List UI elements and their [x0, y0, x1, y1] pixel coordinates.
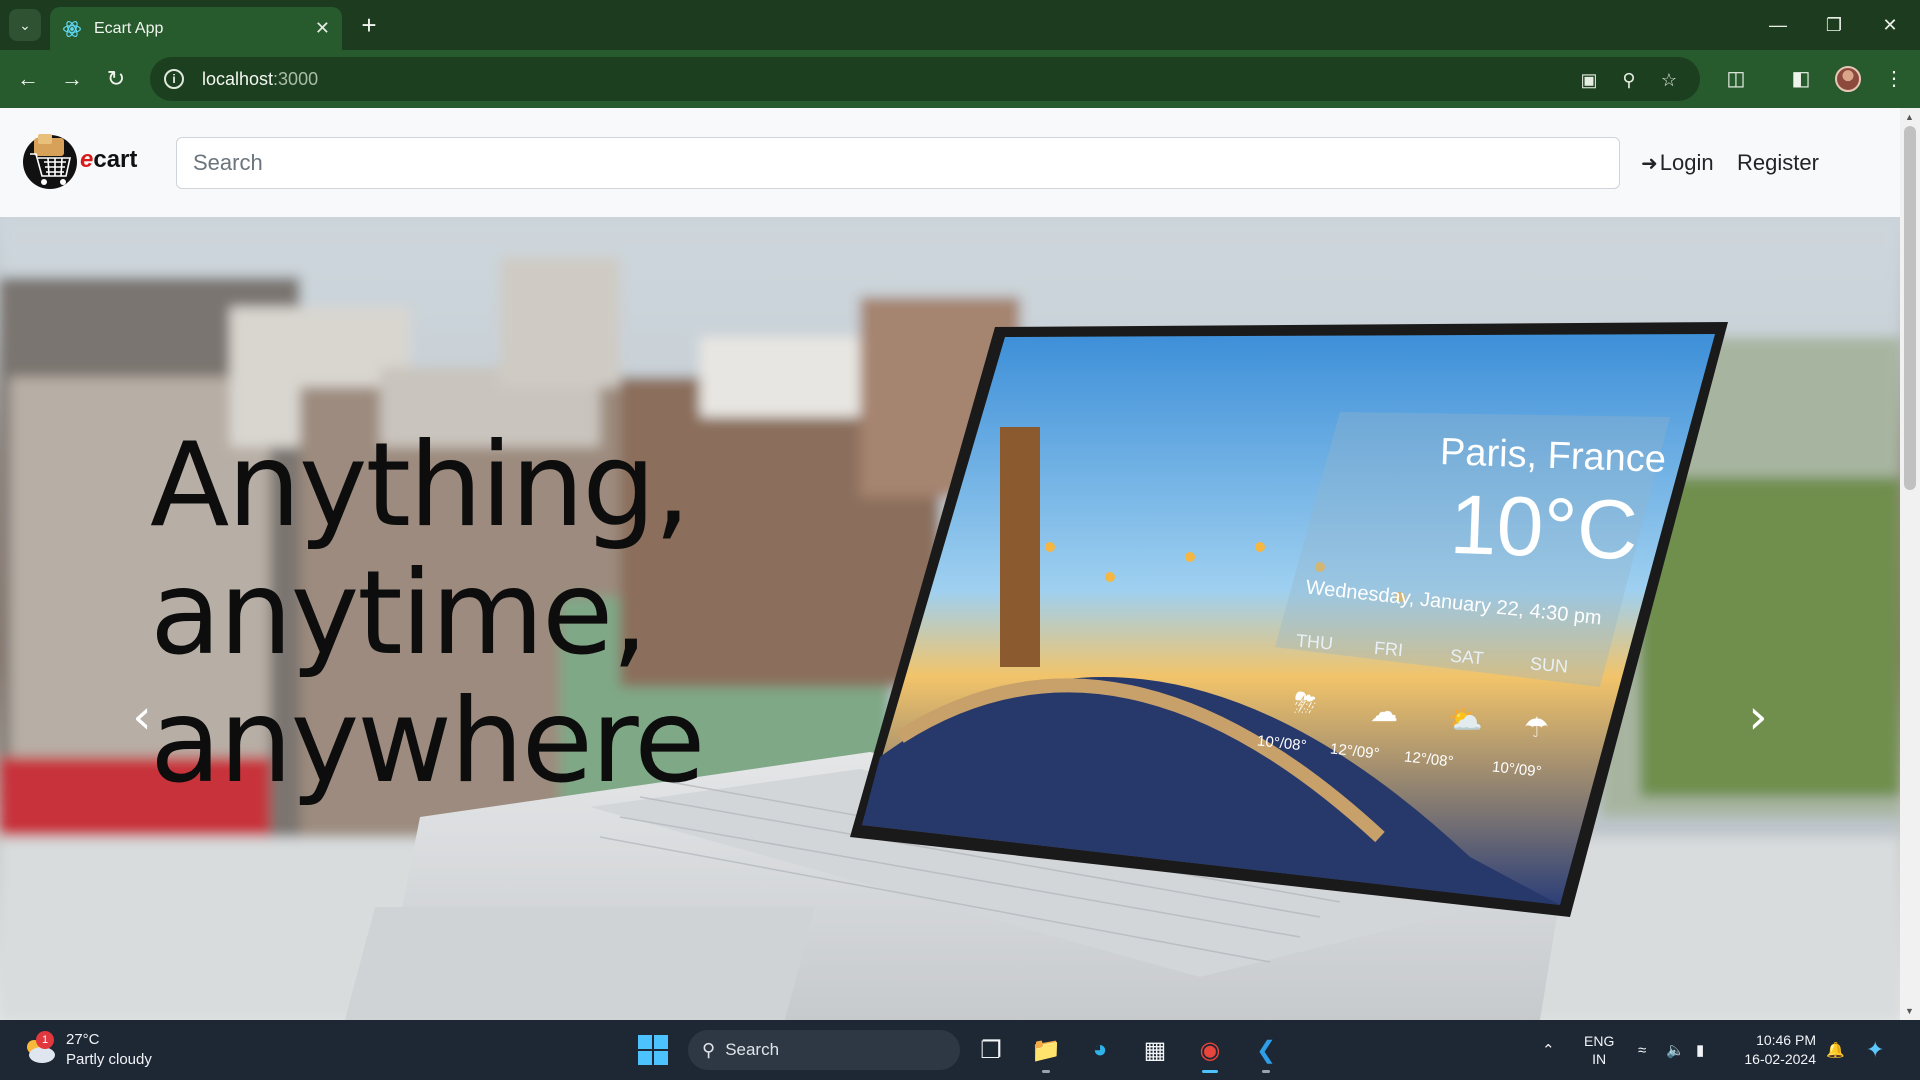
url-port: :3000 — [273, 68, 319, 89]
cloud-icon: ☁ — [1370, 696, 1398, 727]
carousel-prev-arrow-icon[interactable]: ‹ — [122, 687, 162, 747]
file-explorer-icon[interactable]: 📁 — [1026, 1030, 1066, 1073]
screen-day-3: SAT — [1449, 645, 1485, 669]
tab-search-dropdown-icon[interactable]: ⌄ — [9, 9, 41, 41]
minimize-button[interactable]: — — [1750, 0, 1806, 50]
hero-title-line-2: anywhere — [150, 674, 706, 809]
install-app-icon[interactable]: ▣ — [1578, 69, 1600, 91]
login-icon: ➜ — [1641, 152, 1658, 175]
zoom-icon[interactable]: ⚲ — [1618, 69, 1640, 91]
screen-city: Paris, France — [1439, 431, 1667, 481]
browser-toolbar: ← → ↻ i localhost:3000 ▣ ⚲ ☆ — [0, 50, 1920, 108]
screen-temperature: 10°C — [1448, 476, 1640, 578]
hero-carousel: Paris, France 10°C Wednesday, January 22… — [0, 217, 1900, 1020]
hero-title-line-1: Anything, anytime, — [150, 418, 691, 681]
tab-title: Ecart App — [94, 19, 164, 37]
notification-bell-icon[interactable]: 🔔 — [1826, 1020, 1845, 1080]
clock-date: 16-02-2024 — [1744, 1051, 1816, 1067]
windows-taskbar: 1 27°C Partly cloudy ⚲ Search ❐ 📁 ◕ ▦ ◉ … — [0, 1020, 1920, 1080]
battery-icon[interactable]: ▮ — [1696, 1020, 1704, 1080]
input-language[interactable]: ENG IN — [1584, 1020, 1614, 1080]
scroll-down-icon[interactable]: ▼ — [1905, 1006, 1914, 1016]
system-clock[interactable]: 10:46 PM 16-02-2024 — [1742, 1031, 1816, 1069]
search-input[interactable] — [176, 137, 1620, 189]
forward-arrow-icon[interactable]: → — [56, 63, 88, 95]
ecart-logo[interactable]: ecart — [22, 130, 137, 190]
back-arrow-icon[interactable]: ← — [12, 63, 44, 95]
page-scrollbar[interactable]: ▲ ▼ — [1900, 108, 1920, 1020]
address-bar[interactable]: i localhost:3000 ▣ ⚲ ☆ — [150, 57, 1700, 101]
reload-icon[interactable]: ↻ — [100, 63, 132, 95]
browser-tab-active[interactable]: Ecart App ✕ — [50, 7, 342, 50]
tab-close-icon[interactable]: ✕ — [315, 18, 330, 39]
react-favicon-icon — [63, 20, 81, 37]
site-info-icon[interactable]: i — [164, 69, 184, 89]
close-window-button[interactable]: ✕ — [1862, 0, 1918, 50]
screen-day-4: SUN — [1529, 653, 1569, 677]
clock-time: 10:46 PM — [1756, 1032, 1816, 1048]
weather-temp: 27°C — [66, 1031, 100, 1048]
lang-primary: ENG — [1584, 1033, 1615, 1049]
rain-icon: ☂ — [1524, 712, 1550, 743]
scroll-up-icon[interactable]: ▲ — [1905, 112, 1914, 122]
copilot-icon[interactable]: ✦ — [1866, 1020, 1884, 1080]
restore-button[interactable]: ❐ — [1806, 0, 1862, 50]
shopping-cart-logo-icon — [23, 134, 77, 189]
task-view-icon[interactable]: ❐ — [971, 1030, 1011, 1070]
browser-tab-bar: ⌄ Ecart App ✕ + — ❐ ✕ — [0, 0, 1920, 50]
screen-day-2: FRI — [1373, 637, 1404, 661]
hero-title: Anything, anytime, anywhere — [150, 422, 1150, 806]
site-navbar: ecart ➜ Login Register — [0, 108, 1900, 217]
partly-sunny-icon: ⛅ — [1448, 704, 1483, 735]
bookmark-star-icon[interactable]: ☆ — [1658, 69, 1680, 91]
screen-day-1: THU — [1295, 630, 1334, 654]
extensions-icon[interactable]: ◫ — [1721, 63, 1751, 93]
microsoft-store-icon[interactable]: ▦ — [1135, 1030, 1175, 1070]
login-label: Login — [1659, 150, 1714, 175]
side-panel-icon[interactable]: ◧ — [1786, 63, 1816, 93]
vscode-icon[interactable]: ❮ — [1246, 1030, 1286, 1073]
wifi-icon[interactable]: ≈ — [1638, 1020, 1646, 1080]
new-tab-button[interactable]: + — [352, 8, 386, 42]
carousel-next-arrow-icon[interactable]: › — [1738, 687, 1778, 747]
login-link[interactable]: ➜ Login — [1641, 150, 1714, 176]
register-label: Register — [1737, 150, 1819, 175]
register-link[interactable]: Register — [1737, 150, 1819, 176]
url-host: localhost — [202, 68, 274, 89]
scrollbar-thumb[interactable] — [1904, 126, 1916, 490]
search-icon: ⚲ — [702, 1039, 716, 1060]
edge-browser-icon[interactable]: ◕ — [1080, 1030, 1120, 1070]
lang-secondary: IN — [1592, 1051, 1607, 1067]
profile-avatar[interactable] — [1835, 66, 1861, 92]
weather-badge: 1 — [36, 1031, 54, 1049]
chrome-browser-icon[interactable]: ◉ — [1190, 1030, 1230, 1073]
logo-text: ecart — [80, 146, 138, 173]
web-page: ecart ➜ Login Register — [0, 108, 1900, 1020]
windows-start-icon[interactable] — [638, 1035, 668, 1065]
taskbar-search[interactable]: ⚲ Search — [688, 1030, 960, 1070]
weather-desc: Partly cloudy — [66, 1051, 152, 1068]
taskbar-search-label: Search — [725, 1040, 780, 1059]
browser-menu-icon[interactable]: ⋮ — [1879, 63, 1909, 93]
weather-widget[interactable]: 1 27°C Partly cloudy — [22, 1030, 152, 1070]
volume-icon[interactable]: 🔈 — [1666, 1020, 1685, 1080]
storm-icon: ⛈ — [1294, 687, 1317, 718]
show-hidden-icons-icon[interactable]: ⌃ — [1542, 1020, 1555, 1080]
weather-cloud-icon: 1 — [22, 1031, 58, 1065]
